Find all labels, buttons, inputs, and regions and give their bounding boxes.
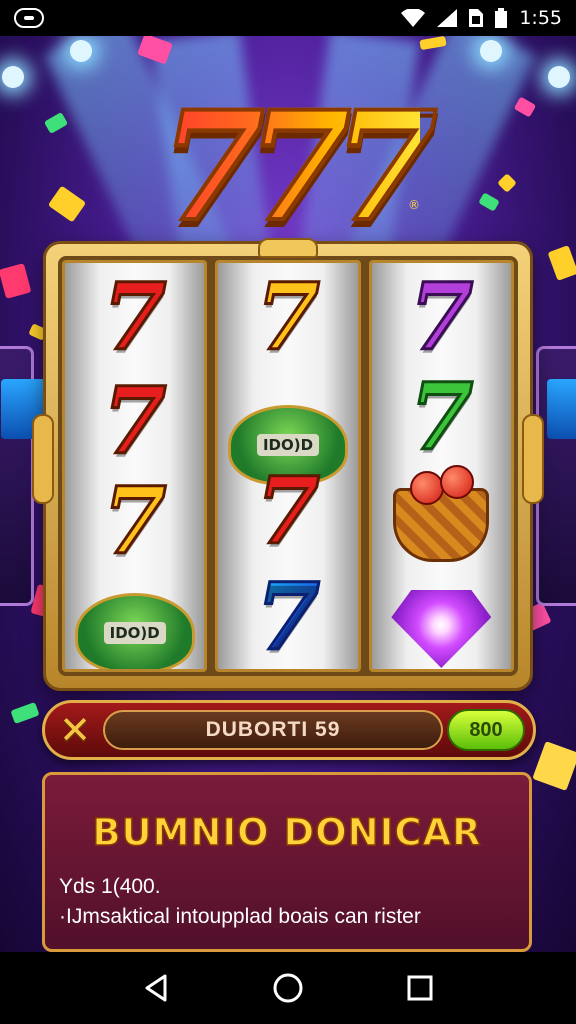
game-logo: 777 ® — [130, 79, 450, 255]
confetti-piece — [478, 192, 500, 212]
frame-crest — [258, 238, 318, 258]
confetti-piece — [43, 111, 69, 135]
control-bar: ✕ DUBORTI 59 800 — [42, 700, 536, 760]
yellow-seven-symbol: 7 — [101, 467, 168, 575]
reel-3[interactable]: 7 7 — [368, 260, 514, 672]
close-icon: ✕ — [59, 708, 91, 752]
reel-1[interactable]: 7 7 7 IDO)D — [62, 260, 208, 672]
reel-2[interactable]: 7 IDO)D 7 7 — [215, 260, 361, 672]
leaf-bonus-label: IDO)D — [103, 622, 166, 644]
navigation-bar — [0, 952, 576, 1024]
confetti-piece — [497, 173, 517, 193]
notification-icon — [14, 8, 44, 28]
confetti-piece — [47, 185, 87, 223]
green-seven-symbol: 7 — [408, 363, 475, 471]
red-seven-symbol: 7 — [101, 263, 168, 371]
bet-button-label: 800 — [469, 718, 503, 741]
frame-ornament — [32, 414, 54, 504]
confetti-piece — [532, 741, 576, 791]
blue-seven-symbol: 7 — [254, 563, 321, 671]
wifi-icon — [401, 9, 426, 27]
slot-machine-frame: 7 7 7 IDO)D 7 IDO)D 7 7 7 7 — [32, 238, 544, 688]
spotlight — [70, 40, 92, 62]
recents-button[interactable] — [400, 968, 440, 1008]
purple-gem-symbol — [372, 579, 511, 669]
home-button[interactable] — [268, 968, 308, 1008]
spotlight — [480, 40, 502, 62]
sim-icon — [469, 9, 484, 27]
confetti-piece — [28, 323, 48, 341]
status-bar-right: 1:55 — [401, 7, 562, 29]
confetti-piece — [547, 245, 576, 281]
back-button[interactable] — [136, 968, 176, 1008]
status-bar-left — [14, 8, 44, 28]
home-icon — [273, 973, 303, 1003]
game-scene: 777 ® 7 7 7 IDO)D 7 IDO)D 7 7 7 7 ✕ DUBO… — [0, 36, 576, 952]
close-button[interactable]: ✕ — [53, 709, 97, 751]
promo-subtitle: Yds 1(400. — [59, 875, 161, 898]
registered-mark: ® — [408, 198, 420, 212]
confetti-piece — [0, 263, 32, 299]
status-bar: 1:55 — [0, 0, 576, 36]
frame-ornament — [522, 414, 544, 504]
red-seven-symbol: 7 — [254, 457, 321, 565]
purple-seven-symbol: 7 — [408, 263, 475, 371]
back-icon — [145, 974, 167, 1002]
leaf-bonus-label: IDO)D — [256, 434, 320, 456]
confetti-piece — [513, 96, 537, 118]
balance-field: DUBORTI 59 — [103, 710, 443, 750]
confetti-piece — [10, 701, 40, 725]
red-seven-symbol: 7 — [101, 367, 168, 475]
recents-icon — [407, 975, 433, 1001]
signal-icon — [437, 9, 458, 27]
reels: 7 7 7 IDO)D 7 IDO)D 7 7 7 7 — [58, 256, 518, 676]
yellow-seven-symbol: 7 — [254, 263, 321, 371]
leaf-bonus-symbol: IDO)D — [65, 583, 204, 669]
logo-text: 777 — [158, 79, 439, 255]
spotlight — [548, 66, 570, 88]
battery-icon — [495, 8, 508, 28]
bet-button[interactable]: 800 — [447, 709, 525, 751]
background-slot-machine — [0, 346, 51, 606]
promo-title: BUMNIO DONICAR — [92, 810, 482, 855]
promo-description: ·IJmsaktical intoupplad boais can rister — [59, 905, 421, 928]
tomato-basket-symbol — [372, 465, 511, 575]
spotlight — [2, 66, 24, 88]
clock-time: 1:55 — [519, 7, 562, 29]
promo-panel[interactable]: BUMNIO DONICAR Yds 1(400. ·IJmsaktical i… — [42, 772, 532, 952]
balance-text: DUBORTI 59 — [205, 718, 341, 741]
